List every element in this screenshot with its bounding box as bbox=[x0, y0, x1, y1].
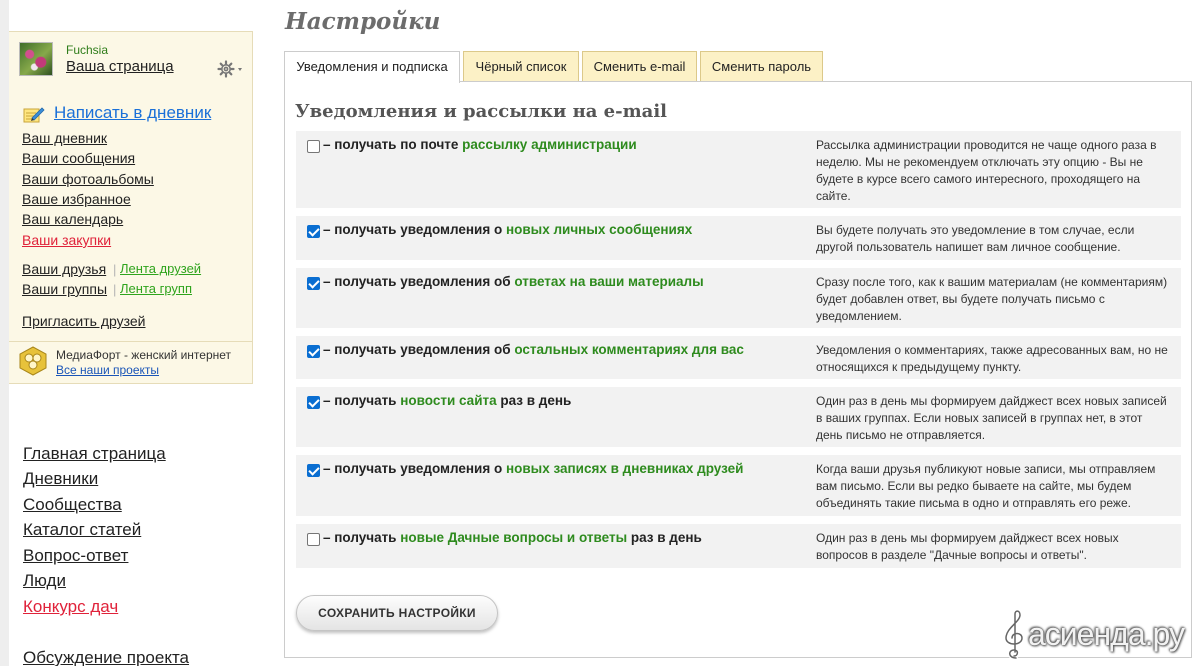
checkbox-site-news[interactable] bbox=[307, 396, 320, 409]
nav-home[interactable]: Главная страница bbox=[23, 444, 166, 464]
nav-people[interactable]: Люди bbox=[23, 571, 66, 591]
user-panel: Fuchsia Ваша страница Написать в дневник… bbox=[9, 31, 253, 384]
tab-blacklist[interactable]: Чёрный список bbox=[463, 51, 579, 81]
option-label[interactable]: – получать уведомления об ответах на ваш… bbox=[323, 274, 704, 289]
sidebar-item-friends[interactable]: Ваши друзья bbox=[22, 261, 106, 277]
option-row: – получать по почте рассылку администрац… bbox=[296, 131, 1181, 208]
checkbox-other-comments[interactable] bbox=[307, 345, 320, 358]
nav-qa[interactable]: Вопрос-ответ bbox=[23, 546, 128, 566]
checkbox-friends-posts[interactable] bbox=[307, 464, 320, 477]
sidebar-item-favorites[interactable]: Ваше избранное bbox=[22, 191, 131, 207]
watermark-text: асиенда.ру bbox=[1028, 616, 1185, 652]
separator: | bbox=[113, 262, 117, 277]
mediafort-logo-icon bbox=[18, 346, 48, 376]
option-description: Сразу после того, как к вашим материалам… bbox=[816, 275, 1168, 323]
separator: | bbox=[113, 282, 117, 297]
sidebar-item-calendar[interactable]: Ваш календарь bbox=[22, 211, 123, 227]
option-label[interactable]: – получать по почте рассылку администрац… bbox=[323, 137, 637, 152]
checkbox-admin-mailing[interactable] bbox=[307, 140, 320, 153]
checkbox-private-messages[interactable] bbox=[307, 225, 320, 238]
avatar[interactable] bbox=[19, 42, 53, 76]
checkbox-dacha-qa[interactable] bbox=[307, 533, 320, 546]
sidebar-item-purchases[interactable]: Ваши закупки bbox=[22, 232, 111, 248]
sidebar-item-messages[interactable]: Ваши сообщения bbox=[22, 150, 135, 166]
tab-change-email[interactable]: Сменить e-mail bbox=[582, 51, 697, 81]
mediafort-box: МедиаФорт - женский интернет Все наши пр… bbox=[9, 341, 253, 383]
option-row: – получать уведомления о новых записях в… bbox=[296, 455, 1181, 516]
save-settings-button[interactable]: СОХРАНИТЬ НАСТРОЙКИ bbox=[296, 595, 498, 631]
option-row: – получать новости сайта раз в день Один… bbox=[296, 387, 1181, 447]
option-row: – получать уведомления о новых личных со… bbox=[296, 216, 1181, 260]
tab-notifications[interactable]: Уведомления и подписка bbox=[284, 51, 460, 83]
sidebar-item-diary[interactable]: Ваш дневник bbox=[22, 130, 107, 146]
invite-friends-link[interactable]: Пригласить друзей bbox=[22, 313, 146, 329]
option-label[interactable]: – получать новости сайта раз в день bbox=[323, 393, 571, 408]
chevron-down-icon bbox=[238, 68, 242, 71]
sidebar-item-photoalbums[interactable]: Ваши фотоальбомы bbox=[22, 171, 154, 187]
left-gray-strip bbox=[0, 0, 9, 666]
option-row: – получать уведомления об остальных комм… bbox=[296, 336, 1181, 379]
page-title: Настройки bbox=[285, 8, 441, 35]
option-description: Один раз в день мы формируем дайджест вс… bbox=[816, 394, 1167, 442]
option-description: Уведомления о комментариях, также адресо… bbox=[816, 343, 1168, 374]
my-page-link[interactable]: Ваша страница bbox=[66, 58, 174, 75]
username[interactable]: Fuchsia bbox=[66, 43, 108, 57]
sidebar-item-groups[interactable]: Ваши группы bbox=[22, 281, 107, 297]
nav-dacha-contest[interactable]: Конкурс дач bbox=[23, 597, 118, 617]
option-description: Когда ваши друзья публикуют новые записи… bbox=[816, 462, 1156, 510]
option-label[interactable]: – получать уведомления о новых личных со… bbox=[323, 222, 692, 237]
option-row: – получать уведомления об ответах на ваш… bbox=[296, 268, 1181, 328]
treble-clef-watermark-icon bbox=[1000, 608, 1030, 660]
all-projects-link[interactable]: Все наши проекты bbox=[56, 363, 159, 377]
option-label[interactable]: – получать уведомления о новых записях в… bbox=[323, 461, 743, 476]
nav-article-catalog[interactable]: Каталог статей bbox=[23, 520, 141, 540]
nav-diaries[interactable]: Дневники bbox=[23, 469, 98, 489]
option-label[interactable]: – получать уведомления об остальных комм… bbox=[323, 342, 744, 357]
nav-project-discussion[interactable]: Обсуждение проекта bbox=[23, 648, 189, 666]
settings-panel: Уведомления и рассылки на e-mail – получ… bbox=[284, 81, 1192, 658]
section-title: Уведомления и рассылки на e-mail bbox=[295, 101, 667, 122]
option-label[interactable]: – получать новые Дачные вопросы и ответы… bbox=[323, 530, 702, 545]
groups-feed-link[interactable]: Лента групп bbox=[120, 281, 192, 296]
option-row: – получать новые Дачные вопросы и ответы… bbox=[296, 524, 1181, 568]
option-description: Один раз в день мы формируем дайджест вс… bbox=[816, 531, 1119, 562]
nav-communities[interactable]: Сообщества bbox=[23, 495, 122, 515]
mediafort-text: МедиаФорт - женский интернет bbox=[56, 348, 232, 362]
checkbox-material-replies[interactable] bbox=[307, 277, 320, 290]
option-description: Рассылка администрации проводится не чащ… bbox=[816, 138, 1157, 203]
tab-change-password[interactable]: Сменить пароль bbox=[700, 51, 823, 81]
pencil-notepad-icon bbox=[23, 106, 45, 123]
write-diary-link[interactable]: Написать в дневник bbox=[54, 103, 211, 123]
option-description: Вы будете получать это уведомление в том… bbox=[816, 223, 1135, 254]
gear-icon[interactable] bbox=[217, 60, 245, 78]
friends-feed-link[interactable]: Лента друзей bbox=[120, 261, 201, 276]
